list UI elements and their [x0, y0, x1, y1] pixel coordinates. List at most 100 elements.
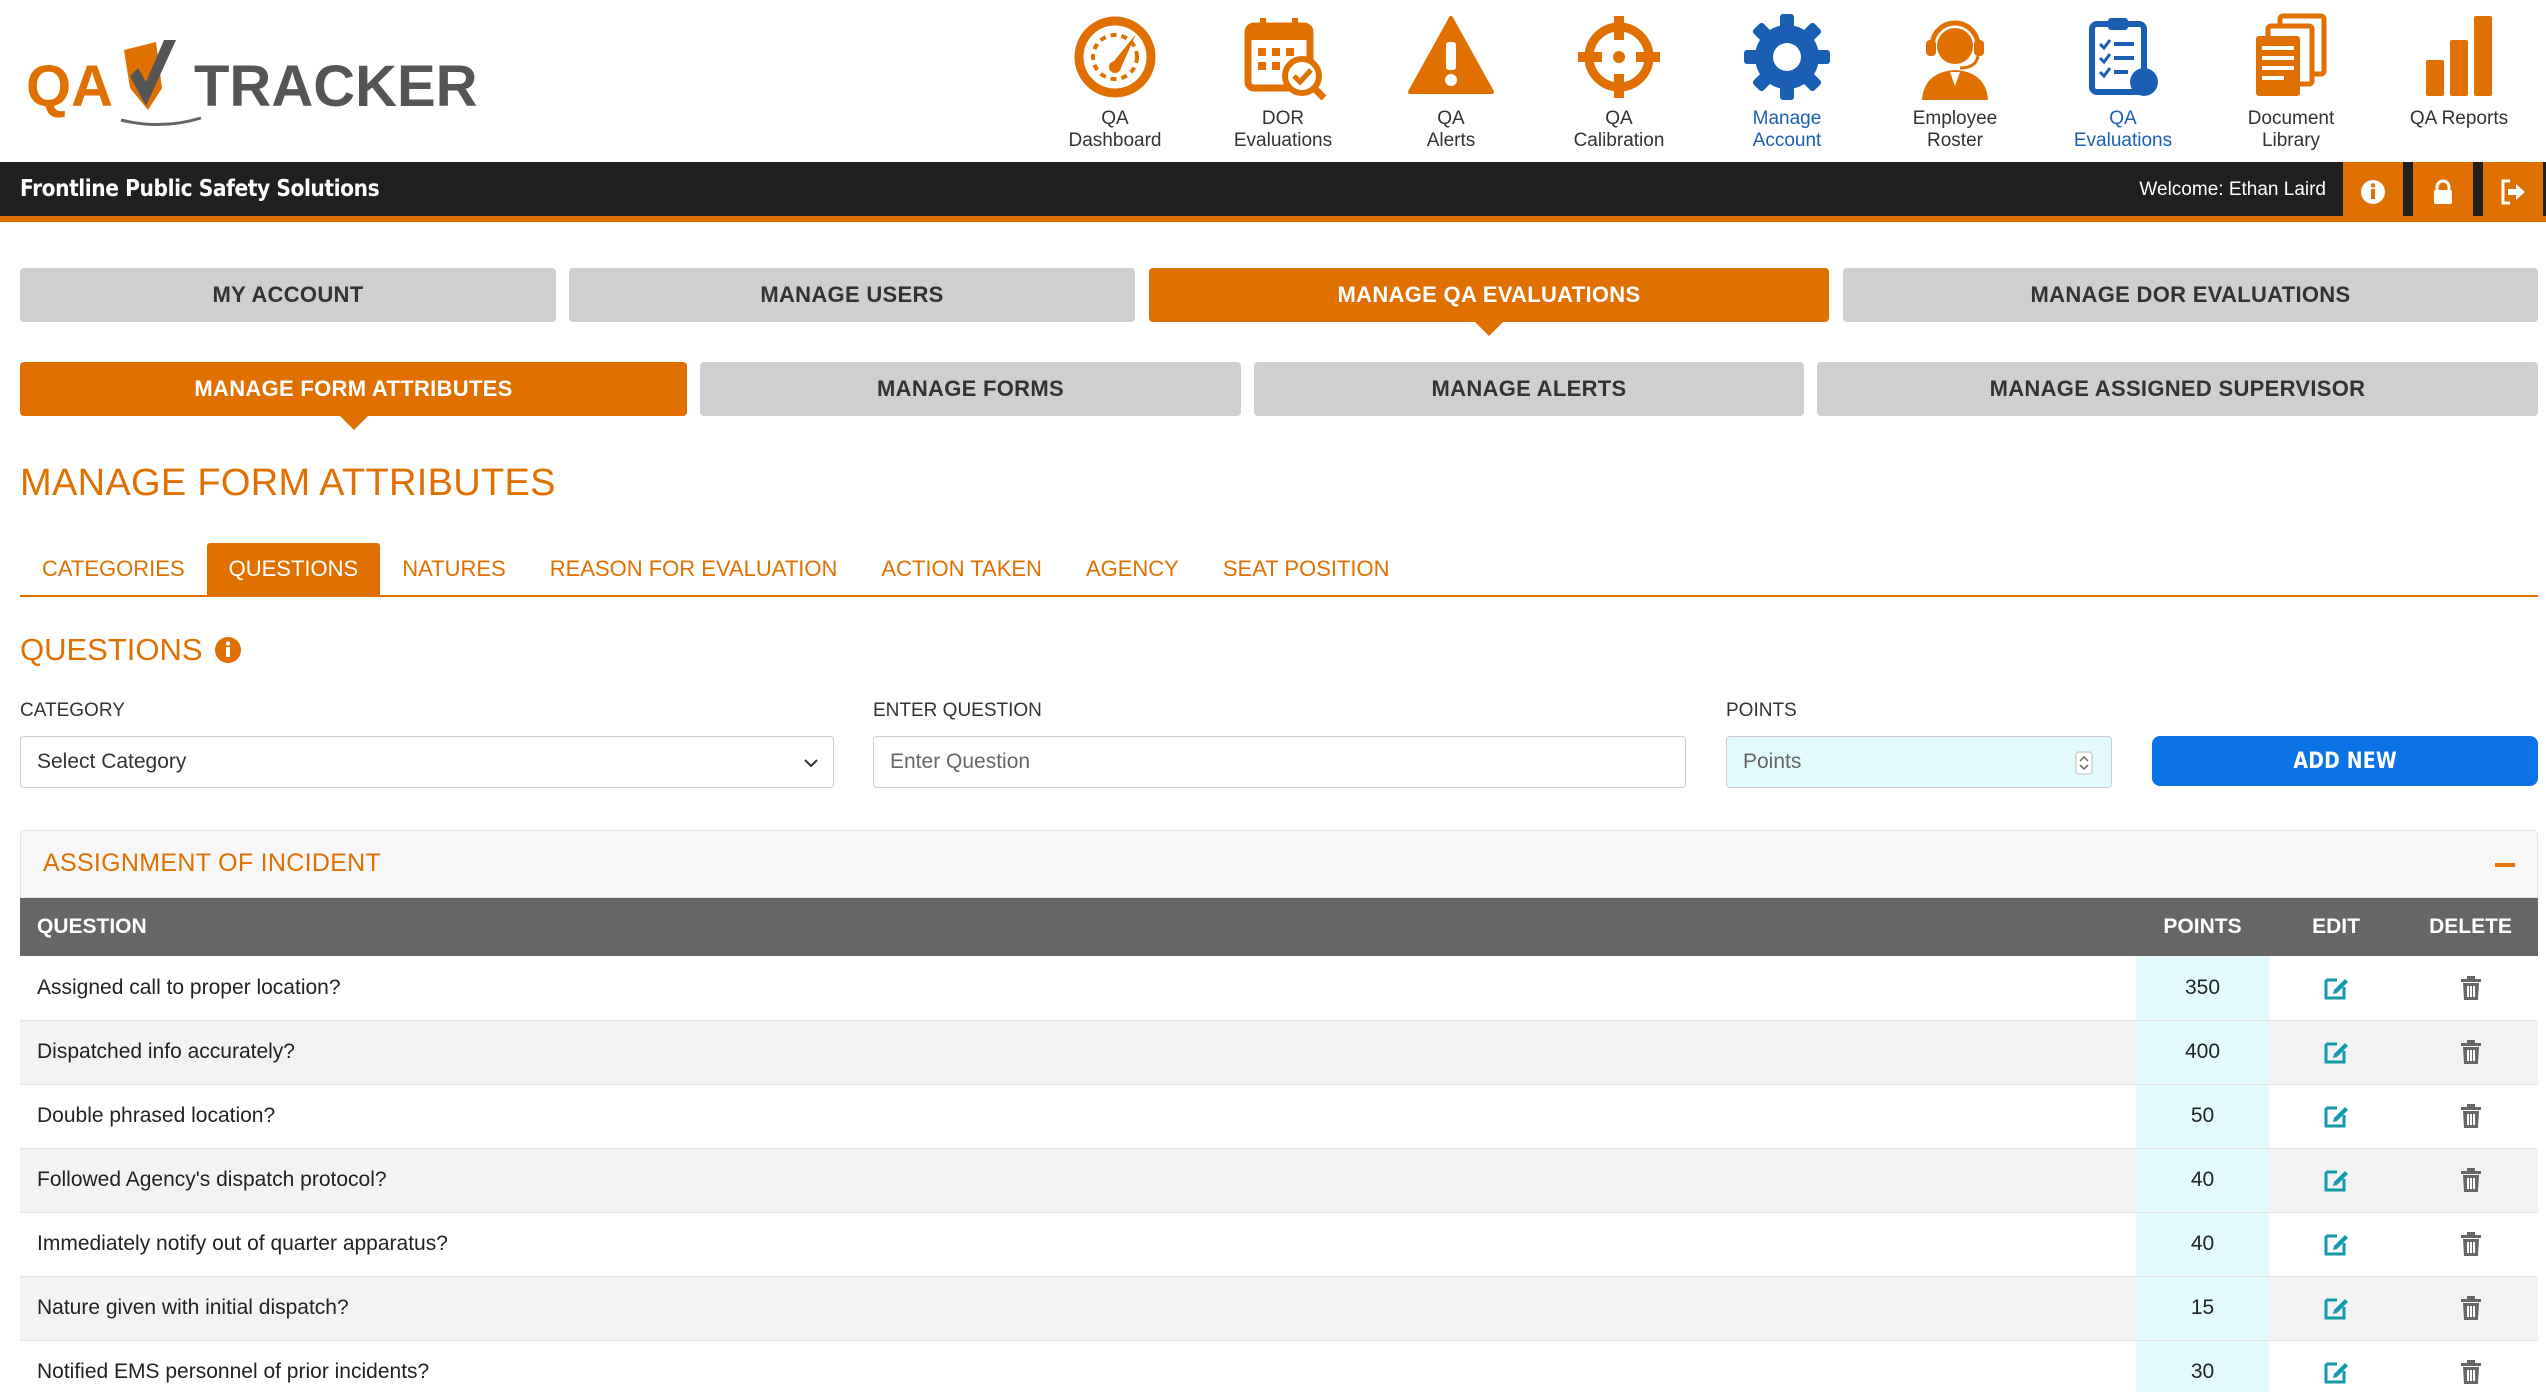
trash-icon — [2460, 1040, 2481, 1064]
trash-icon — [2460, 1360, 2481, 1384]
points-input[interactable] — [1743, 750, 2095, 774]
info-icon — [2361, 180, 2385, 204]
tab-manage-assigned-supervisor[interactable]: MANAGE ASSIGNED SUPERVISOR — [1817, 362, 2538, 416]
edit-icon — [2324, 1234, 2348, 1256]
table-row: Notified EMS personnel of prior incident… — [20, 1340, 2538, 1392]
nav-label: QA Calibration — [1573, 108, 1665, 151]
clipboard-list-icon — [2089, 18, 2158, 96]
logout-icon — [2501, 179, 2525, 205]
nav-manage-account[interactable]: Manage Account — [1703, 0, 1871, 162]
panel-title: ASSIGNMENT OF INCIDENT — [43, 849, 382, 877]
edit-button[interactable] — [2269, 1020, 2403, 1085]
delete-button[interactable] — [2403, 1020, 2538, 1085]
org-name: Frontline Public Safety Solutions — [20, 176, 380, 202]
info-icon[interactable] — [213, 635, 243, 665]
tab-manage-forms[interactable]: MANAGE FORMS — [700, 362, 1241, 416]
attr-tab-action-taken[interactable]: ACTION TAKEN — [859, 543, 1064, 595]
delete-button[interactable] — [2403, 956, 2538, 1021]
logout-button[interactable] — [2483, 162, 2543, 222]
delete-button[interactable] — [2403, 1084, 2538, 1149]
question-cell: Assigned call to proper location? — [20, 956, 2136, 1021]
tab-manage-qa-evaluations[interactable]: MANAGE QA EVALUATIONS — [1149, 268, 1829, 336]
category-select-value: Select Category — [37, 750, 187, 773]
warning-icon — [1408, 16, 1494, 94]
gauge-icon — [1074, 16, 1156, 98]
tab-manage-alerts[interactable]: MANAGE ALERTS — [1254, 362, 1804, 416]
nav-label: Manage Account — [1752, 108, 1822, 151]
tab-manage-form-attributes[interactable]: MANAGE FORM ATTRIBUTES — [20, 362, 687, 430]
tab-manage-dor-evaluations[interactable]: MANAGE DOR EVALUATIONS — [1843, 268, 2538, 322]
attr-tab-questions[interactable]: QUESTIONS — [206, 543, 381, 595]
delete-button[interactable] — [2403, 1148, 2538, 1213]
lock-icon — [2434, 179, 2452, 204]
svg-text:TRACKER: TRACKER — [194, 54, 478, 119]
edit-icon — [2324, 1042, 2348, 1064]
tab-manage-users[interactable]: MANAGE USERS — [569, 268, 1135, 322]
category-panel-header[interactable]: ASSIGNMENT OF INCIDENT — [20, 830, 2538, 898]
attr-tab-categories[interactable]: CATEGORIES — [20, 543, 207, 595]
qa-tracker-logo[interactable]: QA TRACKER — [26, 36, 526, 136]
nav-label: Document Library — [2247, 108, 2335, 151]
add-new-button[interactable]: ADD NEW — [2152, 736, 2538, 786]
question-input[interactable] — [890, 750, 1669, 774]
collapse-icon[interactable] — [2495, 863, 2515, 867]
nav-document-library[interactable]: Document Library — [2207, 0, 2375, 162]
header-question: QUESTION — [20, 898, 2136, 956]
nav-qa-dashboard[interactable]: QA Dashboard — [1031, 0, 1199, 162]
nav-label: QA Dashboard — [1068, 108, 1162, 151]
table-row: Double phrased location? 50 — [20, 1084, 2538, 1149]
nav-dor-evaluations[interactable]: DOR Evaluations — [1199, 0, 1367, 162]
trash-icon — [2460, 1232, 2481, 1256]
header-points: POINTS — [2136, 898, 2269, 956]
attr-tab-seat-position[interactable]: SEAT POSITION — [1201, 543, 1412, 595]
section-title: QUESTIONS — [20, 632, 243, 668]
nav-label: Employee Roster — [1912, 108, 1998, 151]
nav-qa-calibration[interactable]: QA Calibration — [1535, 0, 1703, 162]
header-edit: EDIT — [2269, 898, 2403, 956]
top-header: QA TRACKER QA Dashboard DOR Evaluations … — [0, 0, 2546, 162]
lock-button[interactable] — [2413, 162, 2473, 222]
info-button[interactable] — [2343, 162, 2403, 222]
edit-icon — [2324, 1362, 2348, 1384]
points-cell: 50 — [2136, 1084, 2269, 1149]
svg-text:QA: QA — [26, 54, 113, 119]
tab-my-account[interactable]: MY ACCOUNT — [20, 268, 556, 322]
welcome-text: Welcome: Ethan Laird — [2139, 179, 2326, 200]
trash-icon — [2460, 1168, 2481, 1192]
questions-table: QUESTION POINTS EDIT DELETE Assigned cal… — [20, 898, 2538, 1392]
section-title-text: QUESTIONS — [20, 632, 203, 667]
points-cell: 40 — [2136, 1148, 2269, 1213]
points-cell: 400 — [2136, 1020, 2269, 1085]
edit-icon — [2324, 1298, 2348, 1320]
delete-button[interactable] — [2403, 1340, 2538, 1392]
question-cell: Double phrased location? — [20, 1084, 2136, 1149]
category-select[interactable]: Select Category — [20, 736, 834, 788]
nav-qa-evaluations[interactable]: QA Evaluations — [2039, 0, 2207, 162]
nav-qa-alerts[interactable]: QA Alerts — [1367, 0, 1535, 162]
attribute-tabs: CATEGORIES QUESTIONS NATURES REASON FOR … — [20, 543, 2538, 597]
edit-button[interactable] — [2269, 1340, 2403, 1392]
attr-tab-natures[interactable]: NATURES — [380, 543, 528, 595]
edit-button[interactable] — [2269, 1212, 2403, 1277]
delete-button[interactable] — [2403, 1276, 2538, 1341]
edit-button[interactable] — [2269, 1084, 2403, 1149]
question-cell: Followed Agency's dispatch protocol? — [20, 1148, 2136, 1213]
attr-tab-agency[interactable]: AGENCY — [1064, 543, 1201, 595]
points-cell: 30 — [2136, 1340, 2269, 1392]
delete-button[interactable] — [2403, 1212, 2538, 1277]
attr-tab-reason-for-evaluation[interactable]: REASON FOR EVALUATION — [528, 543, 860, 595]
trash-icon — [2460, 1104, 2481, 1128]
edit-button[interactable] — [2269, 1148, 2403, 1213]
question-cell: Dispatched info accurately? — [20, 1020, 2136, 1085]
edit-button[interactable] — [2269, 956, 2403, 1021]
points-cell: 40 — [2136, 1212, 2269, 1277]
question-input-wrapper — [873, 736, 1686, 788]
page-title: MANAGE FORM ATTRIBUTES — [20, 462, 556, 504]
nav-label: DOR Evaluations — [1233, 108, 1333, 151]
edit-button[interactable] — [2269, 1276, 2403, 1341]
nav-qa-reports[interactable]: QA Reports — [2375, 0, 2543, 162]
nav-employee-roster[interactable]: Employee Roster — [1871, 0, 2039, 162]
headset-user-icon — [1922, 20, 1988, 100]
stepper-icon[interactable] — [2075, 751, 2093, 775]
edit-icon — [2324, 1170, 2348, 1192]
